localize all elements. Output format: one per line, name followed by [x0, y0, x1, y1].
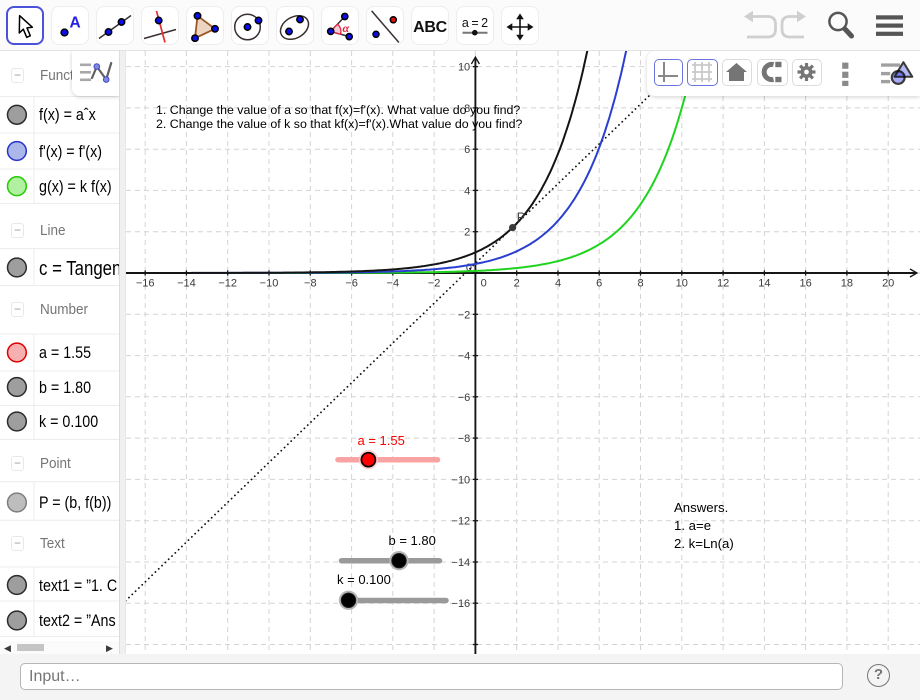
svg-text:−6: −6	[458, 392, 471, 404]
svg-text:α: α	[343, 21, 350, 35]
svg-text:4: 4	[555, 278, 561, 290]
svg-text:ABC: ABC	[413, 19, 448, 36]
svg-text:−10: −10	[452, 474, 471, 486]
svg-text:−14: −14	[177, 278, 196, 290]
svg-text:−4: −4	[458, 351, 471, 363]
svg-text:a = 2: a = 2	[462, 16, 488, 30]
svg-text:18: 18	[841, 278, 853, 290]
svg-text:A: A	[70, 14, 81, 31]
svg-text:10: 10	[458, 62, 470, 74]
svg-text:−12: −12	[452, 516, 471, 528]
svg-text:−2: −2	[428, 278, 441, 290]
svg-text:−14: −14	[452, 557, 471, 569]
svg-text:0: 0	[481, 278, 487, 290]
svg-text:16: 16	[799, 278, 811, 290]
svg-text:b = 1.80: b = 1.80	[389, 533, 436, 548]
svg-text:4: 4	[464, 185, 470, 197]
svg-text:k = 0.100: k = 0.100	[337, 572, 391, 587]
svg-text:a = 1.55: a = 1.55	[358, 433, 405, 448]
svg-text:6: 6	[596, 278, 602, 290]
svg-text:P: P	[517, 211, 525, 225]
svg-text:2: 2	[464, 227, 470, 239]
svg-text:−4: −4	[387, 278, 400, 290]
svg-text:12: 12	[717, 278, 729, 290]
svg-text:−16: −16	[136, 278, 155, 290]
svg-text:20: 20	[882, 278, 894, 290]
svg-text:8: 8	[637, 278, 643, 290]
svg-text:−8: −8	[458, 433, 471, 445]
svg-text:−6: −6	[345, 278, 358, 290]
svg-text:−10: −10	[260, 278, 279, 290]
svg-text:−2: −2	[458, 309, 471, 321]
svg-text:−8: −8	[304, 278, 317, 290]
svg-text:6: 6	[464, 144, 470, 156]
svg-text:−16: −16	[452, 598, 471, 610]
svg-text:−12: −12	[218, 278, 237, 290]
svg-text:2: 2	[514, 278, 520, 290]
svg-text:14: 14	[758, 278, 770, 290]
svg-text:10: 10	[676, 278, 688, 290]
